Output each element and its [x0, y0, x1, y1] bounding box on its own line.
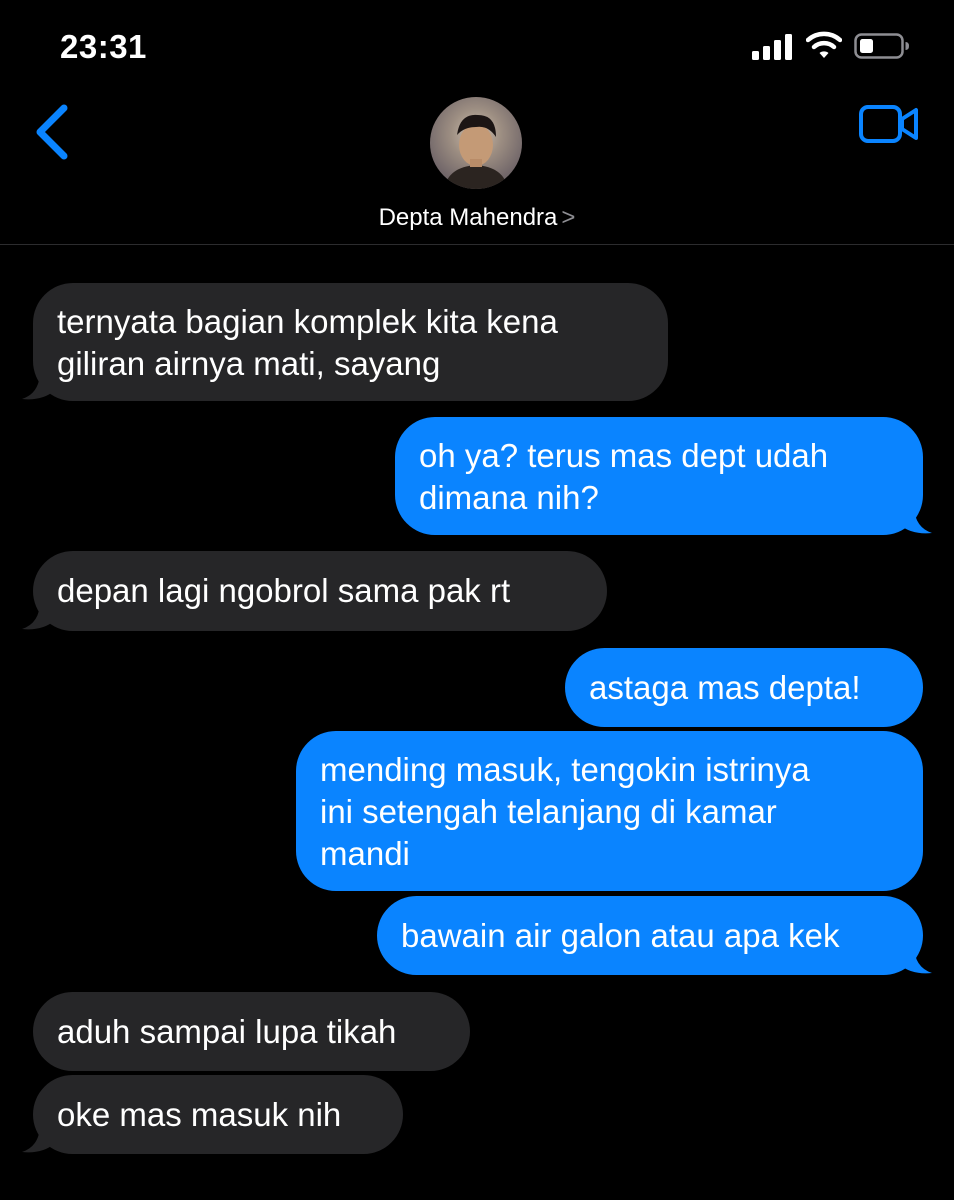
contact-name-button[interactable]: Depta Mahendra > — [0, 204, 954, 232]
message-incoming[interactable]: aduh sampai lupa tikah — [33, 992, 470, 1071]
status-time: 23:31 — [60, 28, 147, 65]
header-divider — [0, 244, 954, 245]
bubble-tail — [22, 1124, 54, 1153]
contact-name: Depta Mahendra — [378, 204, 558, 231]
message-outgoing[interactable]: mending masuk, tengokin istrinya ini set… — [296, 731, 923, 891]
message-incoming[interactable]: ternyata bagian komplek kita kena gilira… — [33, 283, 668, 401]
contact-avatar[interactable] — [430, 97, 522, 189]
wifi-icon — [806, 31, 842, 58]
bubble-tail — [22, 601, 54, 630]
bubble-tail — [900, 945, 932, 974]
bubble-tail — [900, 505, 932, 534]
back-chevron-icon[interactable] — [30, 100, 76, 164]
message-incoming[interactable]: depan lagi ngobrol sama pak rt — [33, 551, 607, 631]
bubble-tail — [22, 371, 54, 400]
message-outgoing[interactable]: bawain air galon atau apa kek — [377, 896, 923, 975]
message-outgoing[interactable]: oh ya? terus mas dept udah dimana nih? — [395, 417, 923, 535]
chevron-right-icon: > — [561, 204, 576, 231]
battery-icon — [854, 33, 909, 59]
cellular-signal-icon — [752, 34, 792, 60]
message-incoming[interactable]: oke mas masuk nih — [33, 1075, 403, 1154]
video-call-icon[interactable] — [858, 102, 920, 146]
message-outgoing[interactable]: astaga mas depta! — [565, 648, 923, 727]
